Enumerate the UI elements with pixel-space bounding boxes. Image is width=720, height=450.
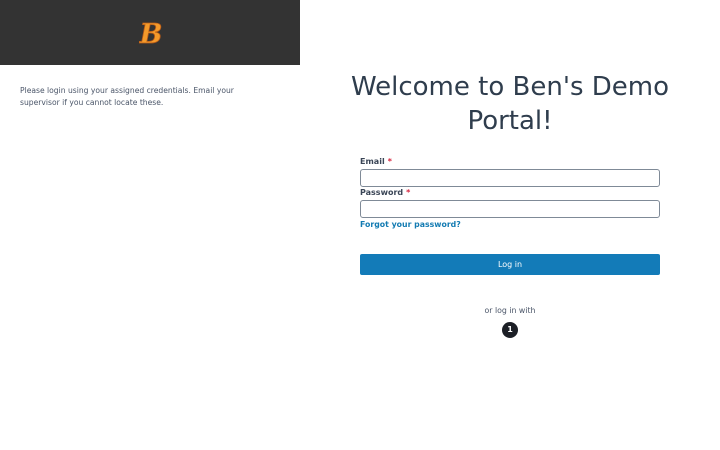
brand-logo-icon: B: [139, 19, 163, 48]
alternative-login-label: or log in with: [484, 306, 536, 315]
email-label: Email *: [360, 157, 392, 166]
forgot-password-link[interactable]: Forgot your password?: [360, 220, 461, 229]
login-button[interactable]: Log in: [360, 254, 660, 275]
login-instructions: Please login using your assigned credent…: [20, 86, 234, 107]
password-label: Password *: [360, 188, 410, 197]
page-title: Welcome to Ben's Demo Portal!: [350, 72, 670, 136]
logo-bar: B: [0, 0, 300, 65]
required-indicator: *: [406, 188, 411, 197]
email-input[interactable]: [360, 169, 660, 187]
one-password-login-button[interactable]: 1: [502, 322, 518, 338]
email-label-text: Email: [360, 157, 385, 166]
password-label-text: Password: [360, 188, 404, 197]
password-input[interactable]: [360, 200, 660, 218]
required-indicator: *: [387, 157, 392, 166]
login-page: B Please login using your assigned crede…: [0, 0, 720, 450]
info-panel: B Please login using your assigned crede…: [0, 0, 300, 450]
one-password-icon: 1: [507, 325, 513, 334]
logo-letter: B: [139, 19, 162, 48]
